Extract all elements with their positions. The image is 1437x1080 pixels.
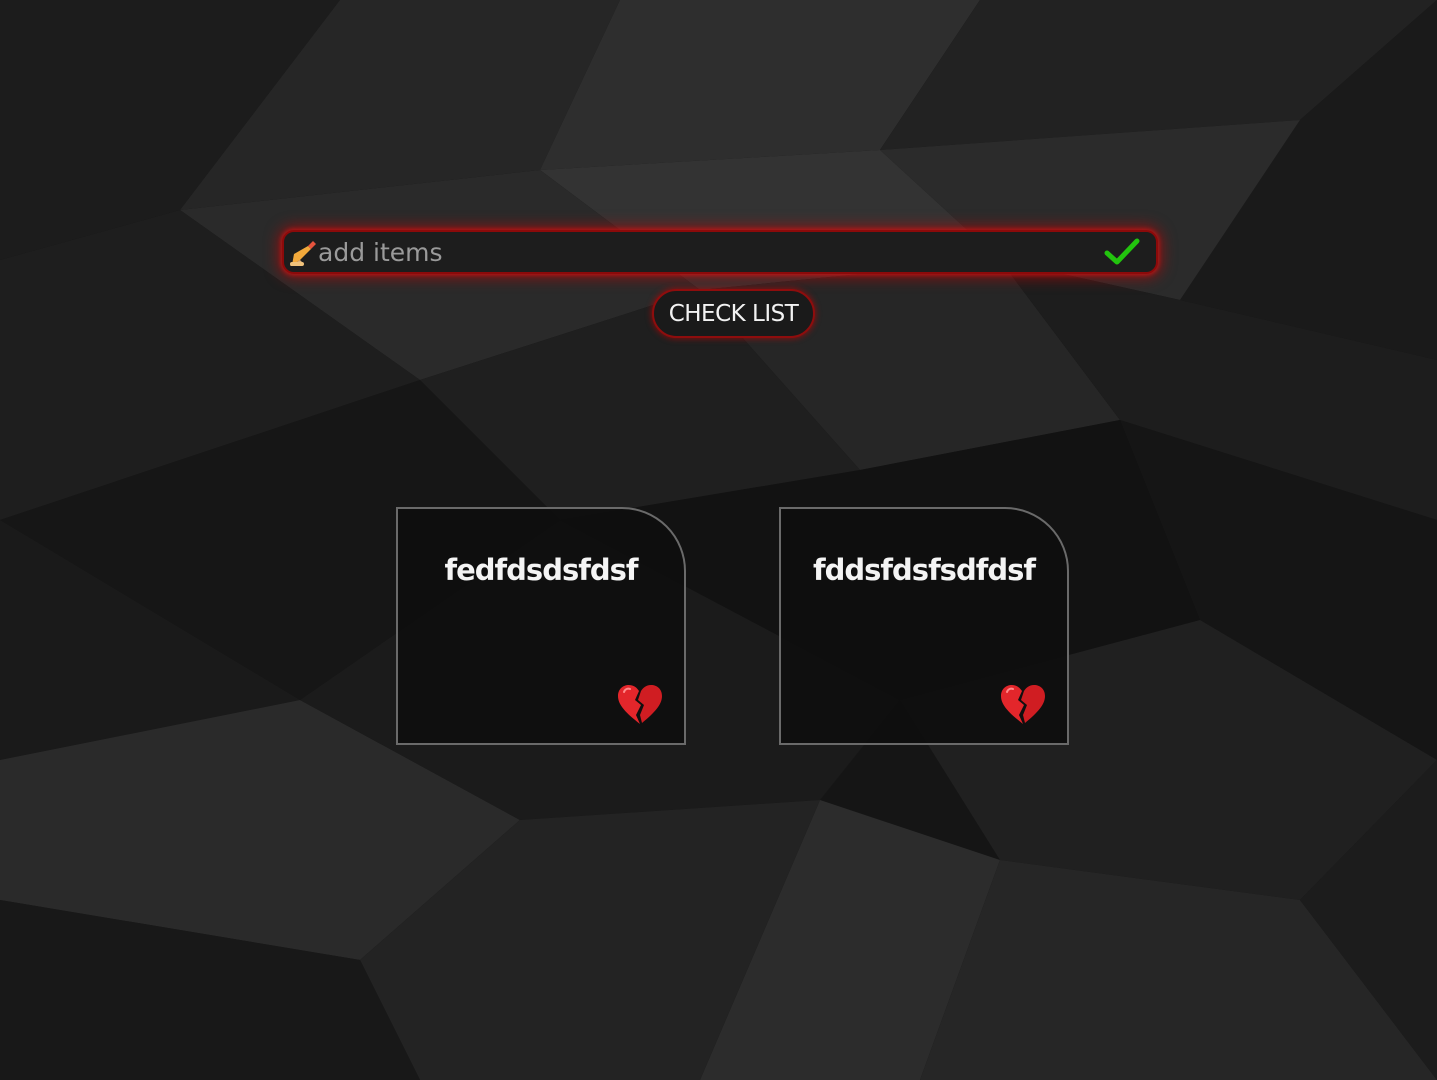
- list-item-title: fddsfdsfsdfdsf: [813, 553, 1036, 587]
- checkmark-icon[interactable]: [1102, 235, 1142, 269]
- check-list-button[interactable]: CHECK LIST: [652, 289, 815, 338]
- broken-heart-icon[interactable]: [616, 683, 664, 727]
- writing-hand-icon: [290, 241, 316, 266]
- list-item-card: fddsfdsfsdfdsf: [779, 507, 1069, 745]
- polygon-background: [0, 0, 1437, 1080]
- list-item-title: fedfdsdsfdsf: [444, 553, 639, 587]
- add-item-input[interactable]: [318, 232, 1078, 272]
- broken-heart-icon[interactable]: [999, 683, 1047, 727]
- app-root: CHECK LIST fedfdsdsfdsf fddsfdsfsdfdsf: [0, 0, 1437, 1080]
- add-item-bar: [282, 230, 1158, 274]
- list-item-card: fedfdsdsfdsf: [396, 507, 686, 745]
